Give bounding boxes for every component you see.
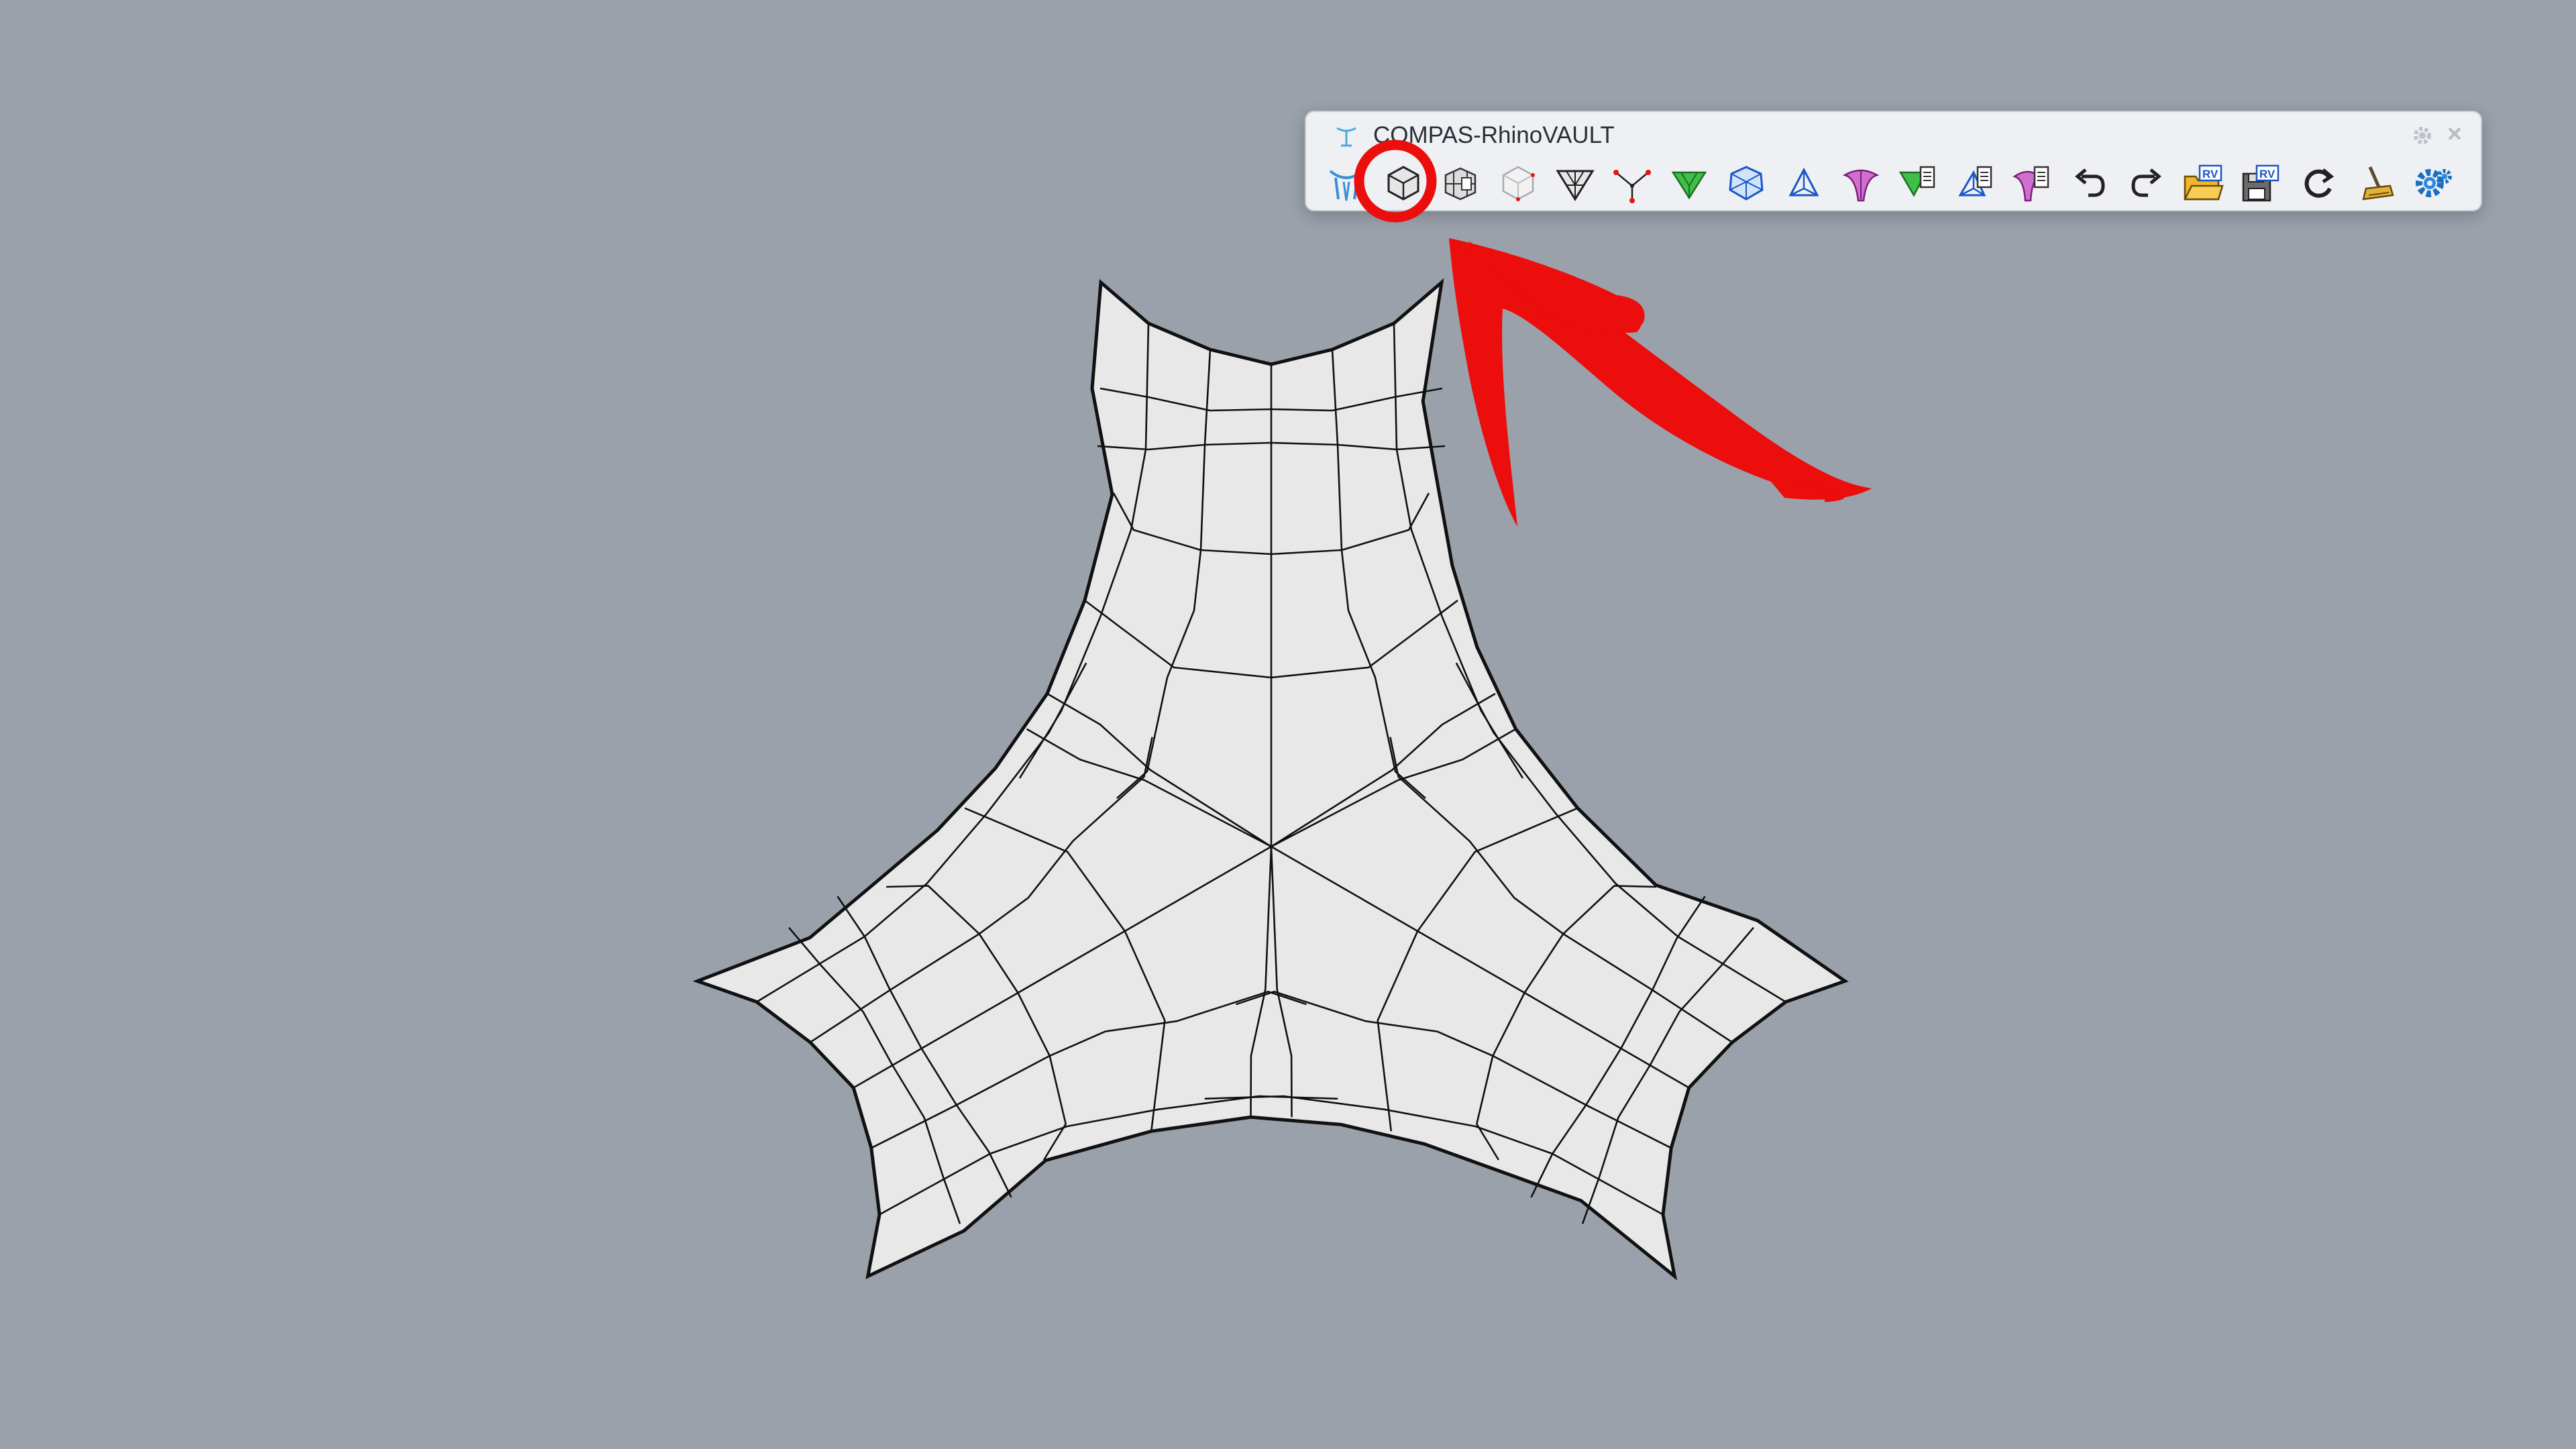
- magenta-vault-icon: [1842, 169, 1880, 202]
- reload-button[interactable]: [2291, 158, 2345, 209]
- supports-icon: [1613, 170, 1651, 203]
- blue-force-icon: [1729, 166, 1764, 201]
- form-diagram-button[interactable]: [1662, 158, 1716, 209]
- settings-button[interactable]: [2406, 158, 2459, 209]
- gear-blue-icon: [2415, 169, 2452, 197]
- rhinovault-small-logo-icon: [1336, 127, 1356, 147]
- open-folder-rv-icon: RV: [2183, 164, 2224, 201]
- magenta-modify-icon: [2012, 166, 2049, 202]
- undo-button[interactable]: [2063, 158, 2116, 209]
- svg-text:RV: RV: [2202, 168, 2218, 180]
- blue-network-icon: [1788, 167, 1819, 197]
- gear-icon[interactable]: [2411, 124, 2434, 147]
- horizontal-equilibrium-button[interactable]: [1777, 158, 1831, 209]
- triangle-mesh-icon: [1556, 170, 1595, 201]
- clear-button[interactable]: [2349, 158, 2402, 209]
- pattern-lines-icon: [1445, 167, 1477, 201]
- rhino-viewport[interactable]: [0, 0, 2576, 1449]
- pattern-mesh[interactable]: [692, 278, 1849, 1281]
- rhinovault-logo-button[interactable]: [1320, 158, 1373, 209]
- open-session-button[interactable]: RV: [2177, 158, 2231, 209]
- undo-icon: [2074, 168, 2105, 197]
- pattern-from-surface-button[interactable]: [1491, 158, 1545, 209]
- broom-icon: [2361, 166, 2394, 201]
- force-diagram-button[interactable]: [1719, 158, 1773, 209]
- save-session-button[interactable]: RV: [2234, 158, 2288, 209]
- close-icon[interactable]: ×: [2443, 119, 2466, 150]
- refresh-icon: [2304, 168, 2334, 198]
- redo-button[interactable]: [2120, 158, 2174, 209]
- toolbar-title-bar[interactable]: COMPAS-RhinoVAULT ×: [1306, 112, 2481, 160]
- form-from-pattern-button[interactable]: [1377, 158, 1430, 209]
- modify-thrust-button[interactable]: [2005, 158, 2059, 209]
- toolbar-title: COMPAS-RhinoVAULT: [1373, 122, 1615, 148]
- pattern-from-lines-button[interactable]: [1434, 158, 1487, 209]
- boundaries-button[interactable]: [1548, 158, 1602, 209]
- pattern-surface-icon: [1502, 166, 1535, 201]
- vertical-equilibrium-button[interactable]: [1834, 158, 1888, 209]
- svg-text:RV: RV: [2259, 168, 2275, 180]
- compas-rhinovault-toolbar: COMPAS-RhinoVAULT × RV RV: [1305, 111, 2482, 211]
- pattern-box-icon: [1387, 166, 1419, 201]
- supports-button[interactable]: [1605, 158, 1659, 209]
- modify-form-button[interactable]: [1891, 158, 1945, 209]
- redo-icon: [2131, 168, 2161, 197]
- toolbar-button-row: RV RV: [1320, 158, 2460, 209]
- rhinovault-logo-icon: [1329, 170, 1364, 201]
- blue-modify-icon: [1958, 166, 1992, 197]
- green-modify-icon: [1898, 166, 1935, 197]
- save-rv-icon: RV: [2242, 164, 2279, 202]
- green-form-icon: [1671, 171, 1707, 200]
- modify-force-button[interactable]: [1948, 158, 2002, 209]
